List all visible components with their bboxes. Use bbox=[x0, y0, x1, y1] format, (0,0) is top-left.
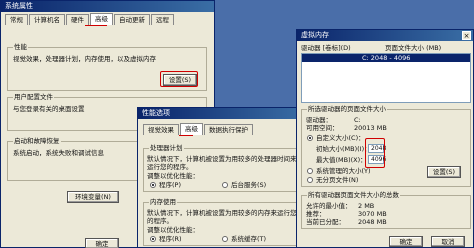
perf-advanced-tab-underline bbox=[179, 135, 193, 136]
memory-usage-desc: 默认情况下，计算机被设置为用较多的内存来运行您的程序。 bbox=[147, 209, 297, 225]
background-services-radio[interactable] bbox=[222, 182, 228, 188]
set-button[interactable]: 设置(S) bbox=[427, 166, 461, 178]
user-profile-group-title: 用户配置文件 bbox=[13, 93, 54, 101]
available-space-label: 可用空间： bbox=[306, 124, 339, 132]
processor-adjust-label: 调整以优化性能： bbox=[147, 172, 199, 180]
tab-perf-advanced[interactable]: 高级 bbox=[180, 123, 203, 135]
vmem-ok-button[interactable]: 确定 bbox=[389, 236, 423, 247]
system-managed-label[interactable]: 系统管理的大小(Y) bbox=[316, 167, 371, 175]
initial-size-label: 初始大小(MB)(I)： bbox=[316, 145, 371, 153]
tab-hardware[interactable]: 硬件 bbox=[66, 14, 89, 25]
drive-value: C: bbox=[354, 116, 361, 124]
tab-computer-name[interactable]: 计算机名 bbox=[29, 14, 65, 25]
memory-adjust-label: 调整以优化性能： bbox=[147, 226, 199, 234]
sysprops-ok-button[interactable]: 确定 bbox=[85, 238, 119, 248]
vmem-title: 虚拟内存 bbox=[301, 31, 329, 39]
system-managed-radio[interactable] bbox=[307, 168, 313, 174]
close-icon[interactable]: × bbox=[462, 31, 471, 40]
settings-button-highlight bbox=[160, 71, 198, 87]
user-profile-desc: 与您登录有关的桌面设置 bbox=[13, 105, 85, 113]
perfopts-tabs: 视觉效果 高级 数据执行保护 bbox=[143, 123, 254, 136]
programs2-radio[interactable] bbox=[150, 236, 156, 242]
perfopts-titlebar[interactable]: 性能选项 bbox=[138, 108, 306, 119]
no-paging-radio[interactable] bbox=[307, 177, 313, 183]
startup-recovery-group-title: 启动和故障恢复 bbox=[13, 137, 61, 145]
system-cache-radio-label[interactable]: 系统缓存(T) bbox=[231, 235, 266, 243]
current-allocated-label: 当前已分配： bbox=[306, 218, 345, 226]
custom-size-radio[interactable] bbox=[307, 135, 313, 141]
custom-size-label[interactable]: 自定义大小(C)： bbox=[316, 134, 365, 142]
current-allocated-value: 2048 MB bbox=[358, 218, 387, 226]
vmem-cancel-button[interactable]: 取消 bbox=[431, 236, 465, 247]
programs-radio-label[interactable]: 程序(P) bbox=[159, 181, 181, 189]
processor-scheduling-title: 处理器计划 bbox=[149, 144, 184, 152]
programs2-radio-label[interactable]: 程序(R) bbox=[159, 235, 182, 243]
system-cache-radio[interactable] bbox=[222, 236, 228, 242]
size-inputs-highlight bbox=[365, 138, 385, 168]
tab-dep[interactable]: 数据执行保护 bbox=[204, 124, 253, 135]
drive-list-item[interactable]: C: 2048 - 4096 bbox=[302, 54, 470, 62]
total-paging-group-title: 所有驱动器页面文件大小的总数 bbox=[307, 191, 400, 199]
memory-usage-group: 内存使用 默认情况下，计算机被设置为用较多的内存来运行您的程序。 调整以优化性能… bbox=[143, 198, 303, 246]
drive-label: 驱动器： bbox=[306, 116, 332, 124]
startup-recovery-desc: 系统启动，系统失败和调试信息 bbox=[13, 149, 104, 157]
selected-drive-group: 所选驱动器的页面文件大小 驱动器： C: 可用空间： 20013 MB 自定义大… bbox=[301, 105, 471, 187]
memory-usage-title: 内存使用 bbox=[149, 198, 177, 206]
min-allowed-label: 允许的最小值： bbox=[306, 202, 352, 210]
tab-visual-effects[interactable]: 视觉效果 bbox=[143, 124, 179, 135]
tab-advanced[interactable]: 高级 bbox=[90, 13, 113, 25]
recommended-value: 3070 MB bbox=[358, 210, 387, 218]
drive-column-header: 驱动器 [卷标](D) bbox=[301, 44, 351, 52]
performance-options-window: 性能选项 视觉效果 高级 数据执行保护 处理器计划 默认情况下，计算机被设置为用… bbox=[137, 107, 307, 248]
programs-radio[interactable] bbox=[150, 182, 156, 188]
tab-auto-update[interactable]: 自动更新 bbox=[114, 14, 150, 25]
selected-drive-group-title: 所选驱动器的页面文件大小 bbox=[307, 105, 387, 113]
no-paging-label[interactable]: 无分页文件(N) bbox=[316, 176, 358, 184]
processor-scheduling-desc: 默认情况下，计算机被设置为用较多的处理器时间来运行您的程序。 bbox=[147, 155, 297, 171]
vmem-titlebar[interactable]: 虚拟内存 × bbox=[297, 30, 473, 41]
processor-scheduling-group: 处理器计划 默认情况下，计算机被设置为用较多的处理器时间来运行您的程序。 调整以… bbox=[143, 144, 303, 192]
sysprops-titlebar[interactable]: 系统属性 bbox=[1, 1, 214, 12]
performance-desc: 视觉效果，处理器计划，内存使用，以及虚拟内存 bbox=[13, 55, 156, 63]
max-size-label: 最大值(MB)(X)： bbox=[316, 156, 367, 164]
total-paging-group: 所有驱动器页面文件大小的总数 允许的最小值： 2 MB 推荐： 3070 MB … bbox=[301, 191, 471, 229]
tab-general[interactable]: 常规 bbox=[5, 14, 28, 25]
page-size-column-header: 页面文件大小 (MB) bbox=[385, 44, 442, 52]
drive-list[interactable]: C: 2048 - 4096 bbox=[301, 53, 471, 103]
background-services-radio-label[interactable]: 后台服务(S) bbox=[231, 181, 266, 189]
perfopts-title: 性能选项 bbox=[142, 109, 170, 117]
advanced-tab-underline bbox=[85, 25, 107, 26]
tab-remote[interactable]: 远程 bbox=[151, 14, 174, 25]
sysprops-title: 系统属性 bbox=[5, 2, 33, 10]
min-allowed-value: 2 MB bbox=[358, 202, 375, 210]
performance-group-title: 性能 bbox=[13, 43, 28, 51]
environment-variables-button[interactable]: 环境变量(N) bbox=[67, 191, 119, 203]
virtual-memory-window: 虚拟内存 × 驱动器 [卷标](D) 页面文件大小 (MB) C: 2048 -… bbox=[296, 29, 474, 248]
available-space-value: 20013 MB bbox=[354, 124, 387, 132]
recommended-label: 推荐： bbox=[306, 210, 326, 218]
